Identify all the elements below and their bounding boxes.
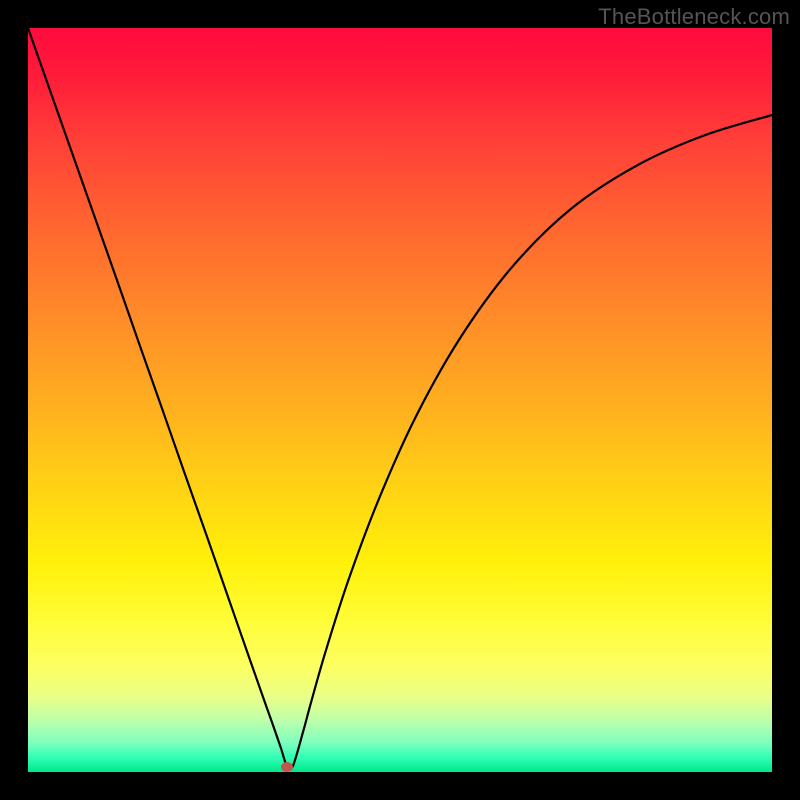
chart-frame: TheBottleneck.com [0, 0, 800, 800]
minimum-marker [281, 762, 293, 772]
bottleneck-curve [28, 28, 772, 772]
plot-area [28, 28, 772, 772]
watermark-text: TheBottleneck.com [598, 4, 790, 30]
